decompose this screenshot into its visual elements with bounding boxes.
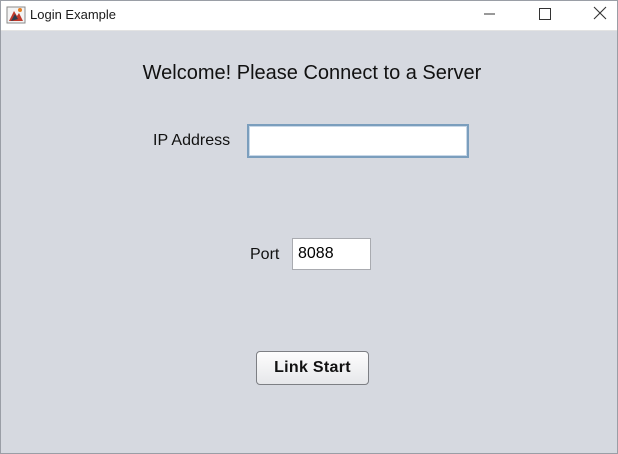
maximize-icon [539,7,551,25]
minimize-button[interactable] [467,1,513,30]
ip-address-label: IP Address [153,132,231,149]
port-label: Port [250,246,280,263]
port-input[interactable] [292,238,371,270]
close-button[interactable] [577,1,617,30]
window-title: Login Example [30,7,116,22]
java-app-icon [6,5,26,25]
link-start-button[interactable]: Link Start [256,351,369,385]
welcome-heading: Welcome! Please Connect to a Server [142,62,482,84]
login-window: Login Example Welcome! Please Connect to… [0,0,618,454]
ip-address-input[interactable] [247,124,469,158]
maximize-button[interactable] [522,1,568,30]
title-bar[interactable]: Login Example [1,1,617,31]
minimize-icon [484,7,496,25]
close-icon [593,6,607,25]
